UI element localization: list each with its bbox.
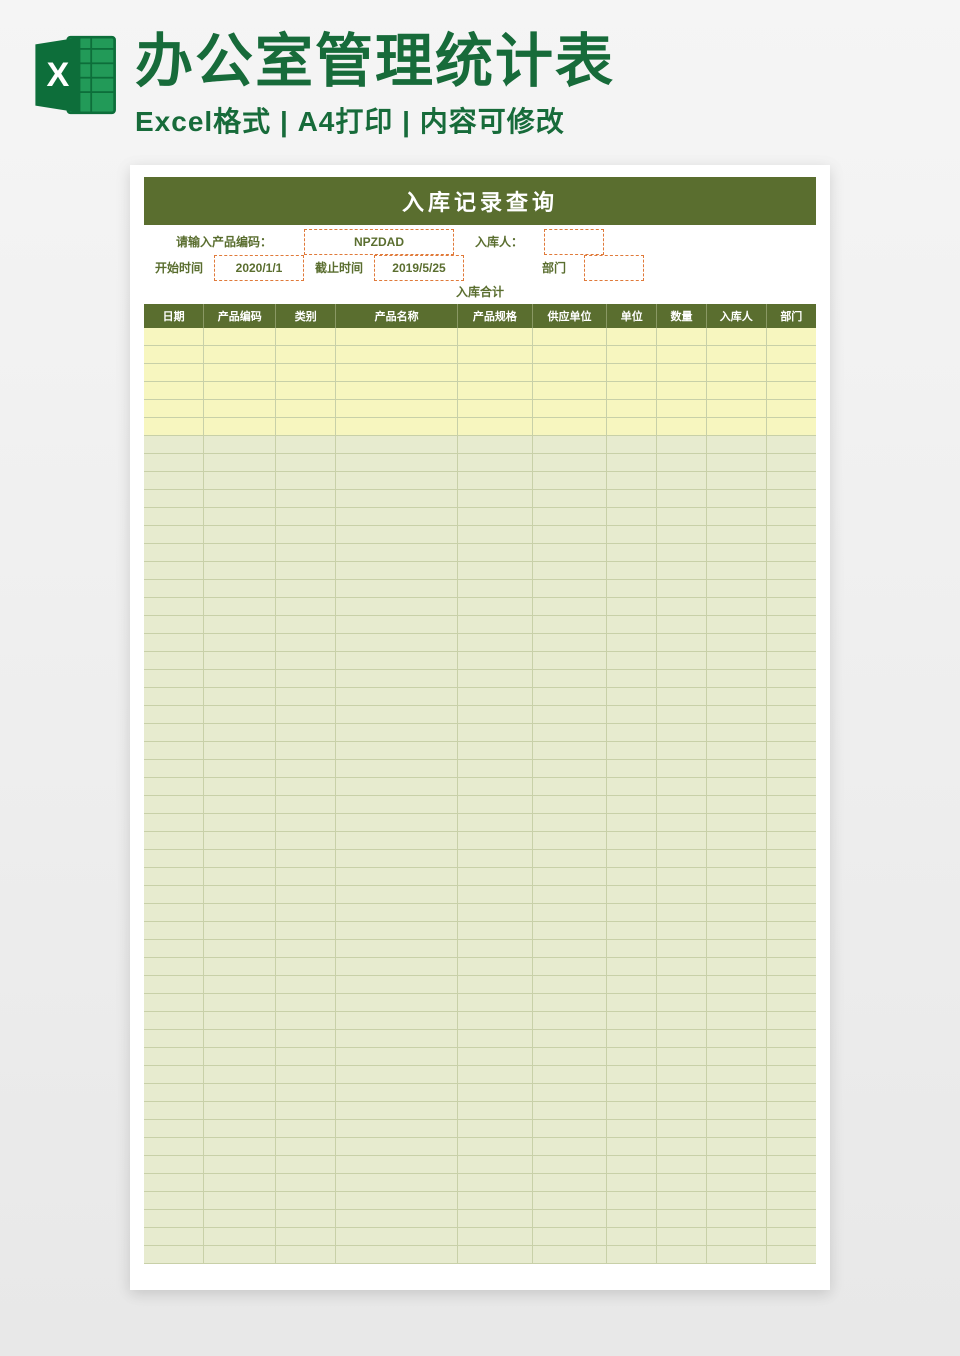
table-column-header: 供应单位 — [532, 304, 607, 328]
table-row — [144, 1030, 816, 1048]
table-row — [144, 778, 816, 796]
table-column-header: 产品规格 — [458, 304, 533, 328]
table-row — [144, 1174, 816, 1192]
table-row — [144, 472, 816, 490]
table-row — [144, 634, 816, 652]
table-row — [144, 418, 816, 436]
table-row — [144, 958, 816, 976]
sheet-banner-title: 入库记录查询 — [144, 177, 816, 225]
table-row — [144, 760, 816, 778]
table-column-header: 数量 — [657, 304, 707, 328]
table-row — [144, 652, 816, 670]
table-row — [144, 580, 816, 598]
table-row — [144, 490, 816, 508]
table-row — [144, 886, 816, 904]
table-row — [144, 1012, 816, 1030]
table-row — [144, 688, 816, 706]
table-row — [144, 562, 816, 580]
table-row — [144, 994, 816, 1012]
end-time-input[interactable]: 2019/5/25 — [374, 255, 464, 281]
table-row — [144, 616, 816, 634]
dept-label: 部门 — [524, 255, 584, 281]
table-row — [144, 328, 816, 346]
table-row — [144, 1084, 816, 1102]
table-row — [144, 814, 816, 832]
table-row — [144, 940, 816, 958]
table-column-header: 产品名称 — [336, 304, 458, 328]
svg-text:X: X — [46, 56, 69, 94]
table-row — [144, 868, 816, 886]
table-header-row: 日期产品编码类别产品名称产品规格供应单位单位数量入库人部门 — [144, 304, 816, 328]
table-row — [144, 436, 816, 454]
query-area: 请输入产品编码： NPZDAD 入库人： 开始时间 2020/1/1 截止时间 … — [144, 229, 816, 281]
table-row — [144, 1048, 816, 1066]
table-row — [144, 1228, 816, 1246]
dept-input[interactable] — [584, 255, 644, 281]
warehouser-label: 入库人： — [454, 229, 544, 255]
excel-sheet: 入库记录查询 请输入产品编码： NPZDAD 入库人： 开始时间 2020/1/… — [130, 165, 830, 1291]
table-row — [144, 544, 816, 562]
page-header: X 办公室管理统计表 Excel格式 | A4打印 | 内容可修改 — [0, 0, 960, 150]
table-row — [144, 1138, 816, 1156]
product-code-input[interactable]: NPZDAD — [304, 229, 454, 255]
table-column-header: 类别 — [276, 304, 336, 328]
table-row — [144, 832, 816, 850]
table-row — [144, 1156, 816, 1174]
table-row — [144, 1102, 816, 1120]
table-row — [144, 670, 816, 688]
table-row — [144, 454, 816, 472]
end-time-label: 截止时间 — [304, 255, 374, 281]
table-row — [144, 1192, 816, 1210]
table-column-header: 产品编码 — [204, 304, 276, 328]
table-row — [144, 922, 816, 940]
table-row — [144, 364, 816, 382]
subtotal-label: 入库合计 — [144, 281, 816, 304]
table-row — [144, 976, 816, 994]
start-time-input[interactable]: 2020/1/1 — [214, 255, 304, 281]
table-row — [144, 1210, 816, 1228]
warehouser-input[interactable] — [544, 229, 604, 255]
table-row — [144, 1246, 816, 1264]
table-row — [144, 742, 816, 760]
table-column-header: 入库人 — [706, 304, 766, 328]
product-code-label: 请输入产品编码： — [144, 229, 304, 255]
start-time-label: 开始时间 — [144, 255, 214, 281]
excel-logo-icon: X — [30, 30, 120, 120]
table-row — [144, 850, 816, 868]
header-text: 办公室管理统计表 Excel格式 | A4打印 | 内容可修改 — [135, 30, 950, 140]
page-subtitle: Excel格式 | A4打印 | 内容可修改 — [135, 100, 950, 140]
table-row — [144, 1120, 816, 1138]
table-row — [144, 508, 816, 526]
page-title: 办公室管理统计表 — [135, 30, 950, 94]
table-row — [144, 796, 816, 814]
table-row — [144, 598, 816, 616]
data-table: 日期产品编码类别产品名称产品规格供应单位单位数量入库人部门 — [144, 304, 816, 1265]
table-row — [144, 526, 816, 544]
table-row — [144, 382, 816, 400]
table-row — [144, 400, 816, 418]
table-row — [144, 904, 816, 922]
table-row — [144, 1066, 816, 1084]
table-row — [144, 346, 816, 364]
table-column-header: 日期 — [144, 304, 204, 328]
table-row — [144, 706, 816, 724]
table-column-header: 单位 — [607, 304, 657, 328]
table-row — [144, 724, 816, 742]
table-column-header: 部门 — [766, 304, 816, 328]
